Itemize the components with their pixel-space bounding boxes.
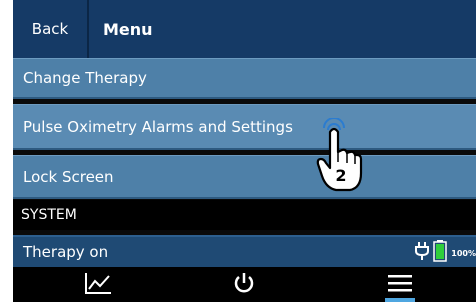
- status-bar: Therapy on 100%: [13, 235, 476, 267]
- header-bar: Back Menu: [13, 0, 476, 61]
- power-icon: [233, 271, 255, 299]
- tap-annotation: 2: [310, 117, 370, 198]
- battery-icon: [433, 240, 448, 266]
- menu-item-label: Change Therapy: [23, 69, 147, 87]
- device-screen: Back Menu Change Therapy Pulse Oximetry …: [13, 0, 476, 302]
- menu-item-change-therapy[interactable]: Change Therapy: [13, 58, 476, 99]
- menu-item-label: Lock Screen: [23, 167, 114, 186]
- menu-icon: [386, 272, 414, 298]
- battery-percent: 100%: [451, 248, 476, 258]
- menu-button[interactable]: [355, 267, 445, 302]
- plug-icon: [415, 242, 430, 264]
- active-tab-indicator: [385, 298, 415, 302]
- menu-item-label: Pulse Oximetry Alarms and Settings: [23, 117, 293, 136]
- bottom-nav: [13, 267, 476, 302]
- pointing-hand-icon: 2: [316, 117, 363, 192]
- status-indicators: 100%: [415, 237, 476, 269]
- step-number: 2: [335, 166, 346, 185]
- back-button[interactable]: Back: [13, 0, 89, 58]
- trend-chart-icon: [83, 271, 113, 299]
- page-title: Menu: [103, 19, 153, 39]
- menu-item-pulse-oximetry[interactable]: Pulse Oximetry Alarms and Settings: [13, 104, 476, 150]
- menu-item-lock-screen[interactable]: Lock Screen: [13, 155, 476, 199]
- power-button[interactable]: [199, 267, 289, 302]
- section-header-system: SYSTEM: [13, 200, 476, 230]
- therapy-status-text: Therapy on: [23, 243, 109, 261]
- section-label: SYSTEM: [21, 207, 77, 223]
- trends-button[interactable]: [53, 267, 143, 302]
